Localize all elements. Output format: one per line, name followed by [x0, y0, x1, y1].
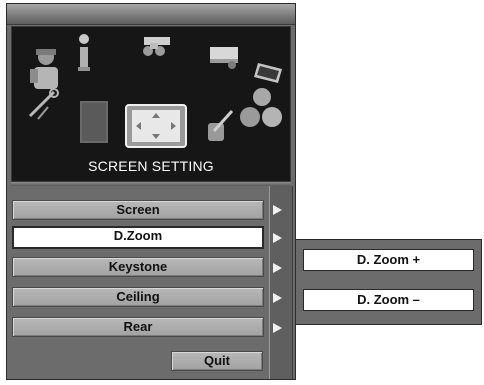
- wrench-icon: [28, 89, 59, 120]
- icon-area-divider: [11, 182, 291, 186]
- menu-item-rear[interactable]: Rear: [12, 317, 264, 337]
- section-title: SCREEN SETTING: [88, 158, 214, 174]
- screen-settings-icon: [210, 47, 238, 69]
- quit-button[interactable]: Quit: [171, 351, 263, 371]
- dzoom-minus-item[interactable]: D. Zoom –: [303, 289, 474, 311]
- screen-arrow-icon[interactable]: [273, 205, 282, 215]
- rear-arrow-icon[interactable]: [273, 323, 282, 333]
- menu-item-keystone[interactable]: Keystone: [12, 257, 264, 277]
- keystone-arrow-icon[interactable]: [273, 263, 282, 273]
- book-icon: [80, 101, 108, 143]
- tools-icon: [208, 109, 234, 141]
- projector-icon: [143, 37, 170, 56]
- icon-area: SCREEN SETTING: [11, 26, 291, 182]
- menu-item-dzoom[interactable]: D.Zoom: [12, 226, 264, 249]
- menu-item-screen[interactable]: Screen: [12, 200, 264, 220]
- panel-top-bar: [7, 4, 295, 25]
- dzoom-submenu: D. Zoom + D. Zoom –: [295, 239, 482, 325]
- screen-adjust-icon: [125, 104, 187, 148]
- dzoom-arrow-icon[interactable]: [273, 233, 282, 243]
- balls-icon: [240, 88, 282, 127]
- ceiling-arrow-icon[interactable]: [273, 293, 282, 303]
- settings-panel: SCREEN SETTING Screen D.Zoom Keystone Ce…: [6, 3, 296, 380]
- info-icon: [78, 34, 90, 71]
- menu-item-ceiling[interactable]: Ceiling: [12, 287, 264, 307]
- dzoom-plus-item[interactable]: D. Zoom +: [303, 249, 474, 271]
